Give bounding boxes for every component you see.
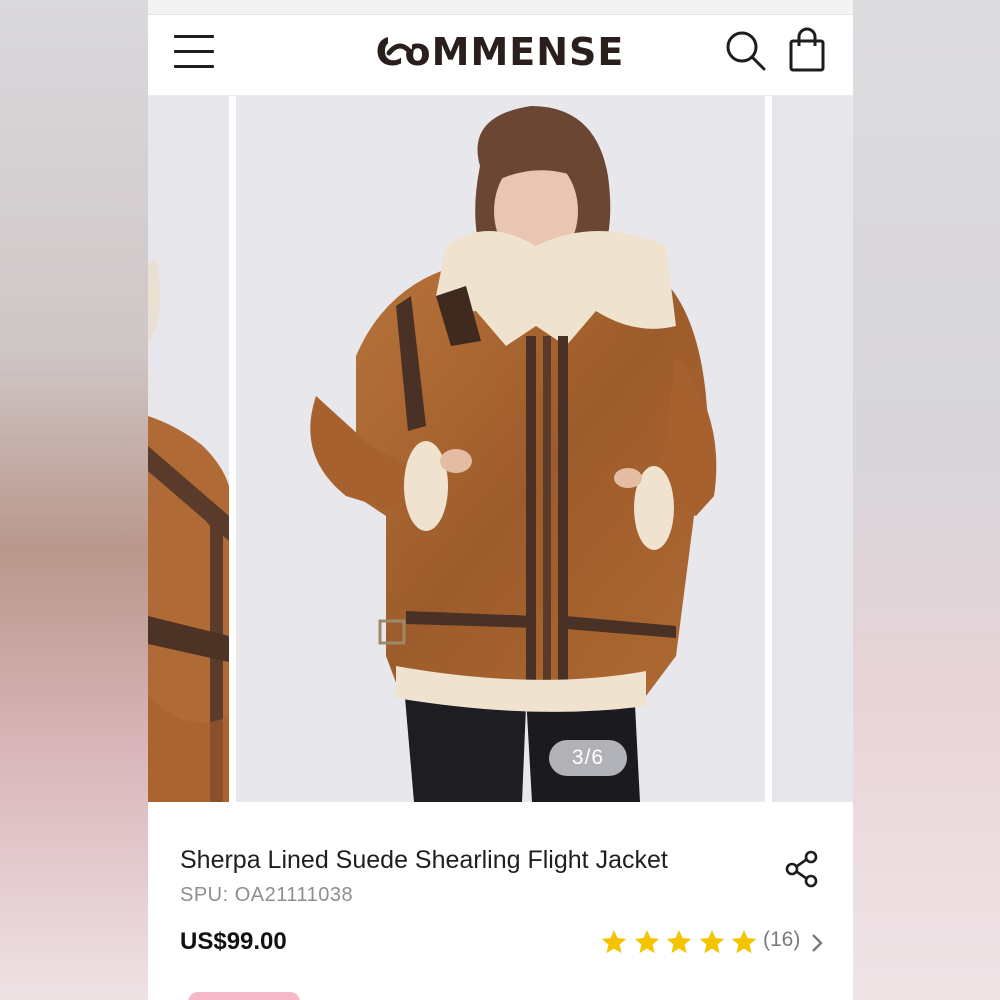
site-header: CoMMENSE (148, 15, 853, 96)
chevron-right-icon (810, 932, 824, 954)
rating-stars (600, 928, 760, 956)
product-info: Sherpa Lined Suede Shearling Flight Jack… (148, 804, 853, 1000)
star-icon (600, 928, 628, 956)
top-strip (148, 0, 853, 15)
search-icon[interactable] (724, 29, 768, 73)
product-photo-model-front (236, 96, 765, 802)
background-left (0, 0, 148, 1000)
star-icon (730, 928, 758, 956)
gallery-counter: 3/6 (549, 740, 627, 776)
product-spu: SPU: OA21111038 (180, 884, 354, 906)
background-right (853, 0, 1000, 1000)
product-image-gallery[interactable]: 3/6 (148, 96, 853, 804)
star-icon (633, 928, 661, 956)
shopping-bag-icon[interactable] (788, 26, 828, 74)
product-rating[interactable]: (16) (600, 926, 830, 958)
share-icon[interactable] (784, 850, 820, 888)
gallery-slide-previous[interactable] (148, 96, 229, 802)
star-icon (665, 928, 693, 956)
gallery-slide-current[interactable]: 3/6 (236, 96, 765, 802)
hamburger-menu-icon[interactable] (174, 32, 216, 72)
product-title: Sherpa Lined Suede Shearling Flight Jack… (180, 846, 668, 874)
star-icon (698, 928, 726, 956)
rating-count: (16) (763, 928, 801, 951)
mobile-screen: CoMMENSE 3/6 Sherpa Lined Suede Shearlin… (148, 0, 853, 1000)
brand-logo-mark: CoMMENSE (376, 30, 624, 74)
product-photo-next (772, 96, 853, 802)
product-price: US$99.00 (180, 928, 287, 955)
promo-badge (188, 992, 300, 1000)
brand-logo[interactable]: CoMMENSE (348, 27, 653, 75)
product-photo-detail-previous (148, 96, 229, 802)
gallery-slide-next[interactable] (772, 96, 853, 802)
